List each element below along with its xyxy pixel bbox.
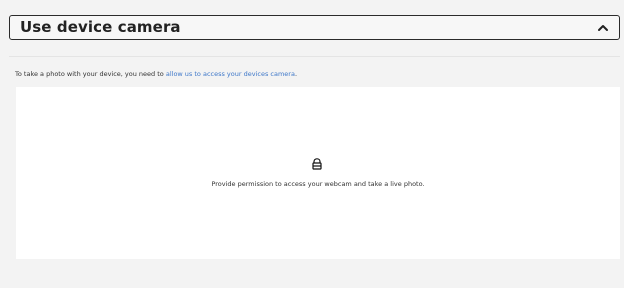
section-divider [9,56,620,57]
device-camera-page: Use device camera To take a photo with y… [0,0,624,288]
intro-prefix: To take a photo with your device, you ne… [15,70,166,78]
camera-preview-panel: Provide permission to access your webcam… [16,87,620,259]
device-camera-accordion-header[interactable]: Use device camera [9,15,620,40]
intro-suffix: . [294,70,298,78]
chevron-up-icon[interactable] [595,20,611,36]
allow-camera-access-link[interactable]: allow us to access your devices camera [166,70,295,78]
section-title: Use device camera [20,18,181,36]
camera-permission-intro: To take a photo with your device, you ne… [15,69,615,79]
webcam-permission-message: Provide permission to access your webcam… [211,180,425,188]
lock-icon [310,156,324,170]
